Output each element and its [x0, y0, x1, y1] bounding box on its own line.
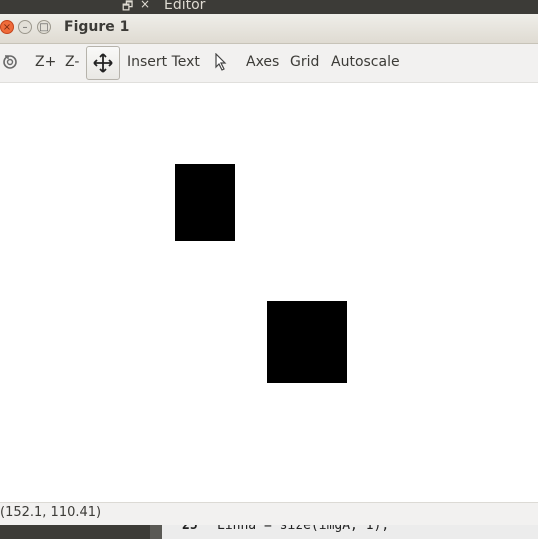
- select-button[interactable]: [214, 44, 228, 82]
- window-title: Figure 1: [64, 19, 130, 35]
- status-bar: (152.1, 110.41): [0, 502, 538, 525]
- axes-button[interactable]: Axes: [246, 44, 279, 82]
- image-region-top: [175, 164, 235, 241]
- close-window-button[interactable]: ×: [0, 20, 14, 34]
- figure-window: × – □ Figure 1 Z+ Z- Insert Text Axes Gr…: [0, 14, 538, 525]
- pan-button[interactable]: [86, 46, 120, 80]
- close-icon[interactable]: ×: [140, 0, 150, 11]
- background-editor-titlebar: 🗗 × Editor: [0, 0, 538, 14]
- rotate-icon: [3, 55, 17, 69]
- minimize-window-button[interactable]: –: [18, 20, 32, 34]
- maximize-window-button[interactable]: □: [37, 20, 51, 34]
- rotate-button[interactable]: [2, 44, 18, 82]
- insert-text-button[interactable]: Insert Text: [127, 44, 200, 82]
- figure-canvas[interactable]: [0, 83, 538, 502]
- zoom-out-button[interactable]: Z-: [65, 44, 79, 82]
- autoscale-button[interactable]: Autoscale: [331, 44, 400, 82]
- grid-button[interactable]: Grid: [290, 44, 319, 82]
- image-region-bottom: [267, 301, 347, 383]
- window-titlebar[interactable]: × – □ Figure 1: [0, 14, 538, 44]
- editor-title: Editor: [164, 0, 206, 13]
- figure-toolbar: Z+ Z- Insert Text Axes Grid Autoscale: [0, 44, 538, 83]
- pan-icon: [93, 53, 113, 73]
- coordinate-readout: (152.1, 110.41): [0, 505, 102, 520]
- zoom-in-button[interactable]: Z+: [35, 44, 56, 82]
- pointer-icon: [215, 52, 227, 71]
